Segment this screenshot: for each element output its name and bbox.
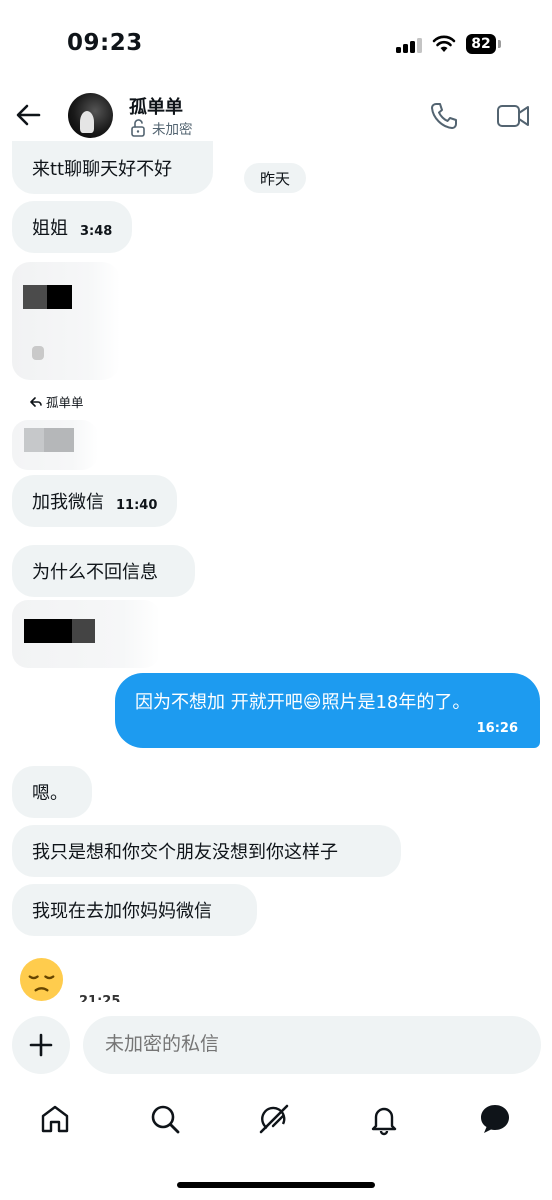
message-bubble[interactable]: 加我微信 11:40 xyxy=(12,475,177,527)
message-text: 为什么不回信息 xyxy=(32,562,158,583)
message-time: 21:25 xyxy=(79,994,121,1002)
bell-icon[interactable] xyxy=(367,1102,401,1136)
redacted-content xyxy=(12,420,98,470)
message-bubble[interactable]: 我只是想和你交个朋友没想到你这样子 xyxy=(12,825,401,877)
message-bubble[interactable]: 姐姐 3:48 xyxy=(12,201,132,253)
video-icon[interactable] xyxy=(496,102,530,130)
message-text: 因为不想加 开就开吧😄照片是18年的了。 xyxy=(135,692,471,713)
message-time: 11:40 xyxy=(116,497,158,513)
pensive-emoji[interactable] xyxy=(18,956,65,1003)
add-media-button[interactable] xyxy=(12,1016,70,1074)
battery-cap xyxy=(498,40,501,48)
chat-icon[interactable] xyxy=(478,1102,512,1136)
message-text: 加我微信 xyxy=(32,492,104,513)
search-icon[interactable] xyxy=(148,1102,182,1136)
encryption-status: 未加密 xyxy=(130,118,193,138)
home-indicator xyxy=(177,1182,375,1188)
outgoing-message-bubble[interactable]: 因为不想加 开就开吧😄照片是18年的了。 16:26 xyxy=(115,673,540,748)
message-bubble[interactable]: 我现在去加你妈妈微信 xyxy=(12,884,257,936)
message-time: 16:26 xyxy=(476,721,518,736)
plus-icon xyxy=(29,1033,53,1057)
message-text: 来tt聊聊天好不好 xyxy=(32,158,173,180)
reply-name: 孤单单 xyxy=(46,395,84,410)
grok-icon[interactable] xyxy=(257,1102,291,1136)
message-input[interactable] xyxy=(83,1016,541,1074)
message-bubble[interactable]: 来tt聊聊天好不好 xyxy=(12,141,213,194)
message-bubble[interactable]: 嗯。 xyxy=(12,766,92,818)
day-divider: 昨天 xyxy=(244,163,306,193)
back-arrow-icon[interactable] xyxy=(12,99,44,131)
lock-icon xyxy=(131,119,145,137)
contact-name[interactable]: 孤单单 xyxy=(129,93,183,119)
signal-icon xyxy=(396,37,422,53)
reply-icon xyxy=(30,396,42,407)
reply-indicator: 孤单单 xyxy=(30,392,84,411)
home-icon[interactable] xyxy=(38,1102,72,1136)
message-text: 我只是想和你交个朋友没想到你这样子 xyxy=(32,842,338,863)
message-time: 3:48 xyxy=(80,223,113,239)
encryption-label: 未加密 xyxy=(152,122,193,138)
wifi-icon xyxy=(432,35,456,52)
redacted-content xyxy=(12,600,160,668)
message-text: 我现在去加你妈妈微信 xyxy=(32,901,212,922)
battery-level: 82 xyxy=(466,34,496,54)
status-time: 09:23 xyxy=(67,30,143,56)
redacted-content xyxy=(12,262,120,380)
avatar[interactable] xyxy=(68,93,113,138)
message-bubble[interactable]: 为什么不回信息 xyxy=(12,545,195,597)
phone-icon[interactable] xyxy=(428,100,460,132)
message-text: 嗯。 xyxy=(32,783,68,804)
message-text: 姐姐 xyxy=(32,218,68,239)
